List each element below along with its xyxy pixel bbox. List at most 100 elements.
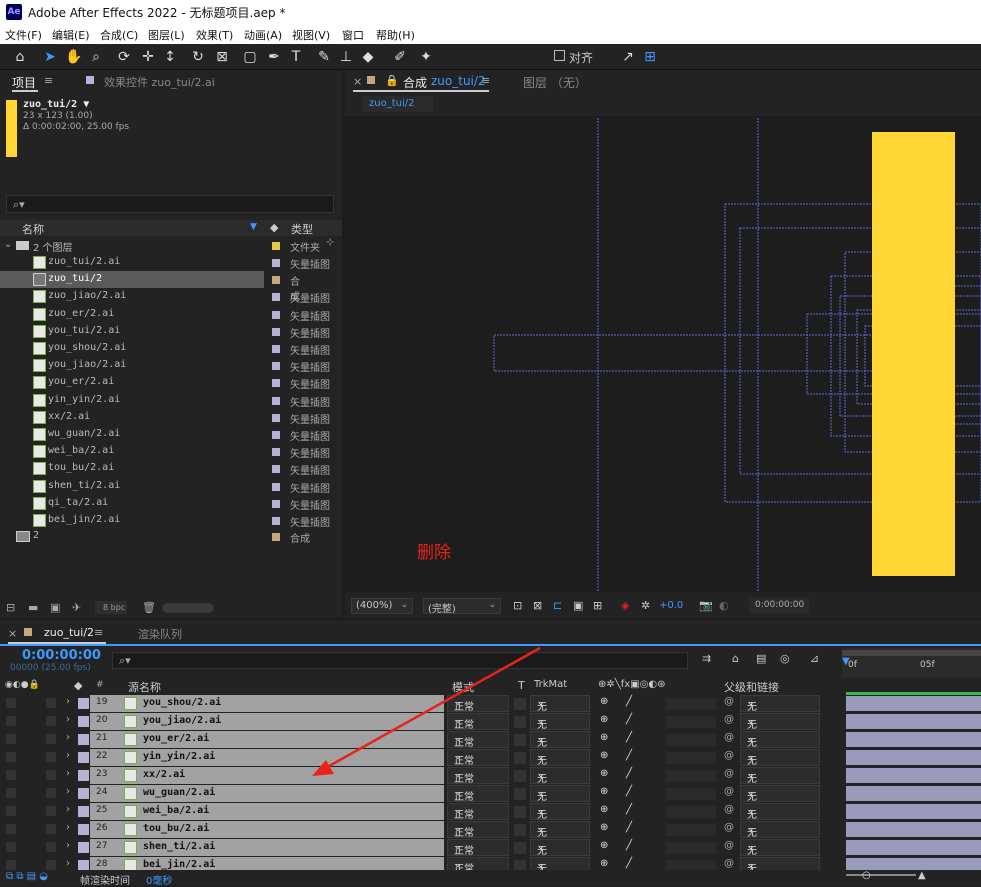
zoom-in-icon[interactable]: ▲: [918, 870, 926, 881]
flowchart-icon[interactable]: ⊹: [326, 237, 334, 248]
visibility-toggle[interactable]: [6, 752, 16, 762]
snap-options-icon[interactable]: ↗: [618, 47, 638, 67]
trkmat-dropdown[interactable]: 无⌄: [530, 749, 590, 767]
blend-mode-dropdown[interactable]: 正常⌄: [447, 839, 509, 857]
tab-composition-label[interactable]: 合成: [403, 74, 427, 91]
quality-switch-icon[interactable]: ╱: [626, 768, 632, 779]
close-tab-icon[interactable]: ×: [353, 75, 362, 88]
layer-switches[interactable]: [666, 806, 716, 818]
layer-duration-bar[interactable]: [846, 696, 981, 711]
layer-switches[interactable]: [666, 734, 716, 746]
tab-render-queue[interactable]: 渲染队列: [138, 626, 182, 642]
tab-effect-controls[interactable]: 效果控件 zuo_tui/2.ai: [104, 74, 215, 90]
pick-whip-icon[interactable]: @: [724, 822, 734, 833]
layer-switches[interactable]: [666, 824, 716, 836]
shy-switch-icon[interactable]: ⊕: [600, 840, 608, 851]
layer-search-input[interactable]: ⌕▾: [112, 652, 688, 669]
project-item-row[interactable]: you_tui/2.ai 矢量插图: [0, 323, 340, 340]
lock-toggle[interactable]: [46, 788, 56, 798]
snap-target-icon[interactable]: ⊞: [640, 47, 660, 67]
lock-toggle[interactable]: [46, 752, 56, 762]
viewer-timecode[interactable]: 0:00:00:00: [749, 598, 809, 614]
project-item-row[interactable]: zuo_jiao/2.ai 矢量插图: [0, 288, 340, 305]
blend-mode-dropdown[interactable]: 正常⌄: [447, 695, 509, 713]
close-tab-icon[interactable]: ×: [8, 627, 17, 640]
tab-timeline[interactable]: zuo_tui/2: [44, 626, 94, 639]
folder-row[interactable]: ⌄ 2 个图层 文件夹 ⊹: [0, 237, 340, 254]
project-item-row[interactable]: zuo_tui/2.ai 矢量插图: [0, 254, 340, 271]
render-icon[interactable]: ✈: [72, 601, 81, 614]
mask-visibility-icon[interactable]: ⊏: [553, 599, 562, 612]
pen-tool-icon[interactable]: ✒: [264, 47, 284, 67]
pick-whip-icon[interactable]: @: [724, 804, 734, 815]
pick-whip-icon[interactable]: @: [724, 714, 734, 725]
menu-view[interactable]: 视图(V): [292, 27, 330, 43]
pick-whip-icon[interactable]: @: [724, 858, 734, 869]
show-snapshot-icon[interactable]: ◐: [719, 599, 729, 612]
av-features-icon[interactable]: ◉◐●🔒: [5, 680, 40, 690]
menu-file[interactable]: 文件(F): [5, 27, 42, 43]
zoom-slider[interactable]: [846, 874, 916, 876]
viewer[interactable]: 删除: [345, 116, 981, 592]
layer-row[interactable]: › 20 you_jiao/2.ai 正常 ⌄ 无 ⌄ ⊕ ╱ @ 无 ⌄: [0, 713, 981, 731]
interpret-footage-icon[interactable]: ⊟: [6, 601, 15, 614]
lock-icon[interactable]: 🔒: [385, 74, 399, 87]
layer-name[interactable]: xx/2.ai: [143, 769, 185, 780]
project-item-row[interactable]: tou_bu/2.ai 矢量插图: [0, 460, 340, 477]
transparency-grid-icon[interactable]: ⊠: [533, 599, 542, 612]
layer-name[interactable]: wei_ba/2.ai: [143, 805, 209, 816]
fast-preview-icon[interactable]: ⊡: [513, 599, 522, 612]
parent-dropdown[interactable]: 无⌄: [740, 803, 820, 821]
trkmat-dropdown[interactable]: 无⌄: [530, 731, 590, 749]
preserve-transparency-toggle[interactable]: [514, 716, 526, 728]
layer-switches[interactable]: [666, 842, 716, 854]
blend-mode-dropdown[interactable]: 正常⌄: [447, 767, 509, 785]
parent-dropdown[interactable]: 无⌄: [740, 821, 820, 839]
rectangle-tool-icon[interactable]: ▢: [240, 47, 260, 67]
col-parent[interactable]: 父级和链接: [724, 679, 779, 695]
snap-checkbox[interactable]: [554, 50, 565, 61]
composition-mini-flowchart-icon[interactable]: ⇉: [702, 652, 711, 665]
layer-label[interactable]: [78, 698, 89, 709]
project-item-row[interactable]: yin_yin/2.ai 矢量插图: [0, 392, 340, 409]
selected-item-name[interactable]: zuo_tui/2 ▼: [23, 99, 89, 110]
expand-arrow-icon[interactable]: ›: [66, 732, 70, 743]
project-search-input[interactable]: ⌕▾: [6, 195, 334, 213]
menu-composition[interactable]: 合成(C): [100, 27, 138, 43]
orbit-tool-icon[interactable]: ⟳: [114, 47, 134, 67]
project-item-row[interactable]: you_shou/2.ai 矢量插图: [0, 340, 340, 357]
exposure-value[interactable]: +0.0: [659, 600, 683, 611]
color-management-icon[interactable]: ✲: [641, 599, 650, 612]
layer-switches[interactable]: [666, 716, 716, 728]
quality-switch-icon[interactable]: ╱: [626, 696, 632, 707]
menu-layer[interactable]: 图层(L): [148, 27, 185, 43]
expand-arrow-icon[interactable]: ›: [66, 858, 70, 869]
shy-switch-icon[interactable]: ⊕: [600, 822, 608, 833]
tab-project[interactable]: 项目: [12, 74, 36, 91]
shy-switch-icon[interactable]: ⊕: [600, 714, 608, 725]
shy-switch-icon[interactable]: ⊕: [600, 858, 608, 869]
layer-row[interactable]: › 23 xx/2.ai 正常 ⌄ 无 ⌄ ⊕ ╱ @ 无 ⌄: [0, 767, 981, 785]
bpc-button[interactable]: 8 bpc: [95, 601, 127, 614]
shy-switch-icon[interactable]: ⊕: [600, 732, 608, 743]
layer-name[interactable]: bei_jin/2.ai: [143, 859, 215, 870]
blend-mode-dropdown[interactable]: 正常⌄: [447, 821, 509, 839]
visibility-toggle[interactable]: [6, 842, 16, 852]
col-name[interactable]: 名称: [22, 221, 44, 237]
eraser-tool-icon[interactable]: ◆: [358, 47, 378, 67]
project-item-row[interactable]: you_er/2.ai 矢量插图: [0, 374, 340, 391]
trkmat-dropdown[interactable]: 无⌄: [530, 839, 590, 857]
menu-animation[interactable]: 动画(A): [244, 27, 282, 43]
trkmat-dropdown[interactable]: 无⌄: [530, 785, 590, 803]
menu-window[interactable]: 窗口: [342, 27, 364, 43]
layer-row[interactable]: › 19 you_shou/2.ai 正常 ⌄ 无 ⌄ ⊕ ╱ @ 无 ⌄: [0, 695, 981, 713]
menu-effect[interactable]: 效果(T): [196, 27, 233, 43]
layer-label[interactable]: [78, 770, 89, 781]
layer-label[interactable]: [78, 842, 89, 853]
shy-switch-icon[interactable]: ⊕: [600, 696, 608, 707]
shy-layers-icon[interactable]: ⌂: [732, 652, 739, 665]
expand-arrow-icon[interactable]: ›: [66, 804, 70, 815]
visibility-toggle[interactable]: [6, 824, 16, 834]
layer-switches[interactable]: [666, 788, 716, 800]
layer-duration-bar[interactable]: [846, 750, 981, 765]
